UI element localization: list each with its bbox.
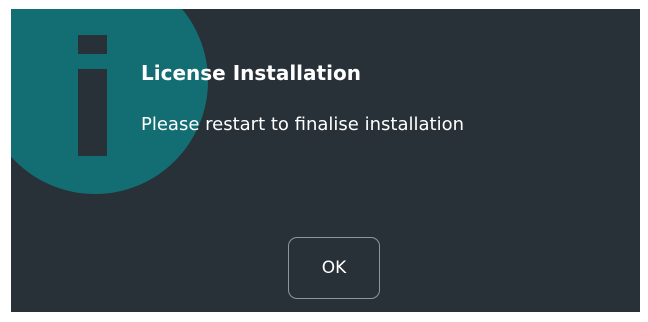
license-installation-dialog: License Installation Please restart to f… (11, 9, 640, 312)
info-i-glyph (78, 35, 107, 156)
dialog-title: License Installation (141, 61, 361, 85)
dialog-message: Please restart to finalise installation (141, 114, 464, 135)
ok-button[interactable]: OK (288, 237, 380, 299)
